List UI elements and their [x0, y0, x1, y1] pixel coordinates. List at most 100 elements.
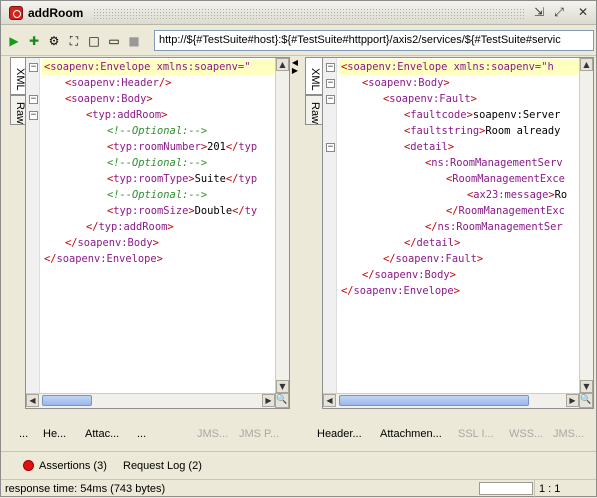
- scroll-down-icon[interactable]: ▼: [580, 380, 593, 393]
- xml-line: <!--Optional:-->: [107, 189, 208, 201]
- fold-toggle-icon[interactable]: −: [29, 63, 38, 72]
- run-icon[interactable]: ▶: [7, 34, 21, 48]
- xml-line: <soapenv:Envelope xmlns:soapenv="h: [339, 59, 579, 75]
- xml-line: <soapenv:Body>: [362, 77, 450, 89]
- xml-line: <faultcode>soapenv:Server: [404, 109, 561, 121]
- response-gutter: − − − −: [323, 58, 337, 408]
- xml-line: </ns:RoomManagementSer: [425, 221, 563, 233]
- scroll-down-icon[interactable]: ▼: [276, 380, 289, 393]
- fold-toggle-icon[interactable]: −: [326, 79, 335, 88]
- xml-line: <ax23:message>Ro: [467, 189, 568, 201]
- response-bottom-tab[interactable]: SSL I...: [458, 428, 494, 440]
- xml-line: <faultstring>Room already: [404, 125, 561, 137]
- xml-line: <!--Optional:-->: [107, 157, 208, 169]
- request-bottom-tab[interactable]: ...: [137, 428, 146, 440]
- scroll-left-icon[interactable]: ◀: [323, 394, 336, 407]
- status-progress-box: [479, 482, 533, 495]
- status-divider: [534, 480, 535, 498]
- assertions-bar: Assertions (3) Request Log (2): [1, 451, 596, 479]
- xml-line: <soapenv:Fault>: [383, 93, 477, 105]
- xml-line: <detail>: [404, 141, 455, 153]
- xml-line: </typ:addRoom>: [86, 221, 174, 233]
- maximize-icon[interactable]: ⤢: [551, 5, 567, 21]
- response-bottom-tab[interactable]: Attachmen...: [380, 428, 442, 440]
- scroll-up-icon[interactable]: ▲: [580, 58, 593, 71]
- response-editor[interactable]: − − − − <soapenv:Envelope xmlns:soapenv="h <…: [322, 57, 594, 409]
- response-tab-xml[interactable]: XML: [305, 57, 323, 95]
- request-scroll-thumb[interactable]: [42, 395, 92, 406]
- request-bottom-tab[interactable]: ...: [19, 428, 28, 440]
- request-vertical-scrollbar[interactable]: ▲ ▼: [275, 58, 289, 393]
- xml-line: </soapenv:Body>: [362, 269, 456, 281]
- xml-line: </soapenv:Body>: [65, 237, 159, 249]
- restore-icon[interactable]: ⇲: [531, 5, 547, 21]
- maximize-pane-icon[interactable]: ⛶: [67, 34, 81, 48]
- response-time-text: response time: 54ms (743 bytes): [5, 483, 166, 495]
- request-bottom-tab[interactable]: JMS...: [197, 428, 228, 440]
- xml-line: <soapenv:Envelope xmlns:soapenv=": [42, 59, 275, 75]
- response-horizontal-scrollbar[interactable]: ◀ ▶: [323, 393, 579, 408]
- fold-toggle-icon[interactable]: −: [326, 63, 335, 72]
- xml-line: <ns:RoomManagementServ: [425, 157, 563, 169]
- scroll-up-icon[interactable]: ▲: [276, 58, 289, 71]
- close-icon[interactable]: ✕: [575, 5, 591, 21]
- collapse-right-icon[interactable]: ▶: [291, 67, 299, 75]
- options-icon[interactable]: ⚙: [47, 34, 61, 48]
- xml-line: </detail>: [404, 237, 461, 249]
- request-toolbar: ▶ ✚ ⚙ ⛶ □ ▭ ■ http://${#TestSuite#host}:…: [1, 26, 596, 56]
- response-bottom-tab[interactable]: WSS...: [509, 428, 543, 440]
- request-xml-code[interactable]: <soapenv:Envelope xmlns:soapenv=" <soapen…: [42, 59, 275, 267]
- response-bottom-tab[interactable]: JMS...: [553, 428, 584, 440]
- request-log-tab[interactable]: Request Log (2): [123, 460, 202, 472]
- xml-line: </soapenv:Envelope>: [341, 285, 460, 297]
- xml-line: </RoomManagementExc: [446, 205, 565, 217]
- xml-line: <!--Optional:-->: [107, 125, 208, 137]
- request-bottom-tabs: ... He... Attac...... JMS... JMS P...: [15, 421, 291, 447]
- response-bottom-tab[interactable]: Header...: [317, 428, 362, 440]
- response-bottom-tabs: Header... Attachmen... SSL I... WSS... JMS..…: [317, 421, 597, 447]
- xml-line: <typ:addRoom>: [86, 109, 168, 121]
- request-bottom-tab[interactable]: He...: [43, 428, 66, 440]
- scroll-right-icon[interactable]: ▶: [566, 394, 579, 407]
- xml-line: </soapenv:Fault>: [383, 253, 484, 265]
- xml-line: <RoomManagementExce: [446, 173, 565, 185]
- response-tab-raw[interactable]: Raw: [305, 95, 323, 125]
- request-zoom-icon[interactable]: 🔍: [275, 393, 289, 408]
- scroll-left-icon[interactable]: ◀: [26, 394, 39, 407]
- assertion-failed-icon: [23, 460, 34, 471]
- xml-line: <typ:roomNumber>201</typ: [107, 141, 258, 153]
- request-gutter: − − −: [26, 58, 40, 408]
- stop-icon[interactable]: ■: [127, 34, 141, 48]
- request-horizontal-scrollbar[interactable]: ◀ ▶: [26, 393, 275, 408]
- request-editor[interactable]: − − − <soapenv:Envelope xmlns:soapenv=" <so…: [25, 57, 290, 409]
- fold-toggle-icon[interactable]: −: [326, 143, 335, 152]
- window-title: addRoom: [28, 6, 84, 20]
- scroll-right-icon[interactable]: ▶: [262, 394, 275, 407]
- fold-toggle-icon[interactable]: −: [326, 95, 335, 104]
- xml-line: </soapenv:Envelope>: [44, 253, 163, 265]
- xml-line: <typ:roomSize>Double</ty: [107, 205, 258, 217]
- editor-splitter[interactable]: ◀ ▶: [291, 57, 299, 409]
- response-scroll-thumb[interactable]: [339, 395, 529, 406]
- cursor-position: 1 : 1: [539, 483, 561, 495]
- split-view-horizontal-icon[interactable]: ▭: [107, 34, 121, 48]
- request-bottom-tab[interactable]: Attac...: [85, 428, 119, 440]
- add-assertion-icon[interactable]: ✚: [27, 34, 41, 48]
- response-vertical-scrollbar[interactable]: ▲ ▼: [579, 58, 593, 393]
- response-xml-code[interactable]: <soapenv:Envelope xmlns:soapenv="h <soape…: [339, 59, 579, 299]
- xml-line: <typ:roomType>Suite</typ: [107, 173, 258, 185]
- title-bar: addRoom ⇲ ⤢ ✕: [1, 1, 596, 25]
- xml-line: <soapenv:Body>: [65, 93, 153, 105]
- request-bottom-tab[interactable]: JMS P...: [239, 428, 279, 440]
- title-bar-grip: [93, 8, 525, 19]
- fold-toggle-icon[interactable]: −: [29, 111, 38, 120]
- endpoint-field[interactable]: http://${#TestSuite#host}:${#TestSuite#h…: [154, 30, 594, 51]
- fold-toggle-icon[interactable]: −: [29, 95, 38, 104]
- status-bar: response time: 54ms (743 bytes) 1 : 1: [1, 479, 596, 498]
- assertions-tab[interactable]: Assertions (3): [39, 460, 107, 472]
- soapui-app-icon: [9, 6, 23, 20]
- xml-line: <soapenv:Header/>: [65, 77, 172, 89]
- soapui-request-window: addRoom ⇲ ⤢ ✕ ▶ ✚ ⚙ ⛶ □ ▭ ■ http://${#Te…: [0, 0, 597, 498]
- response-zoom-icon[interactable]: 🔍: [579, 393, 593, 408]
- split-view-icon[interactable]: □: [87, 34, 101, 48]
